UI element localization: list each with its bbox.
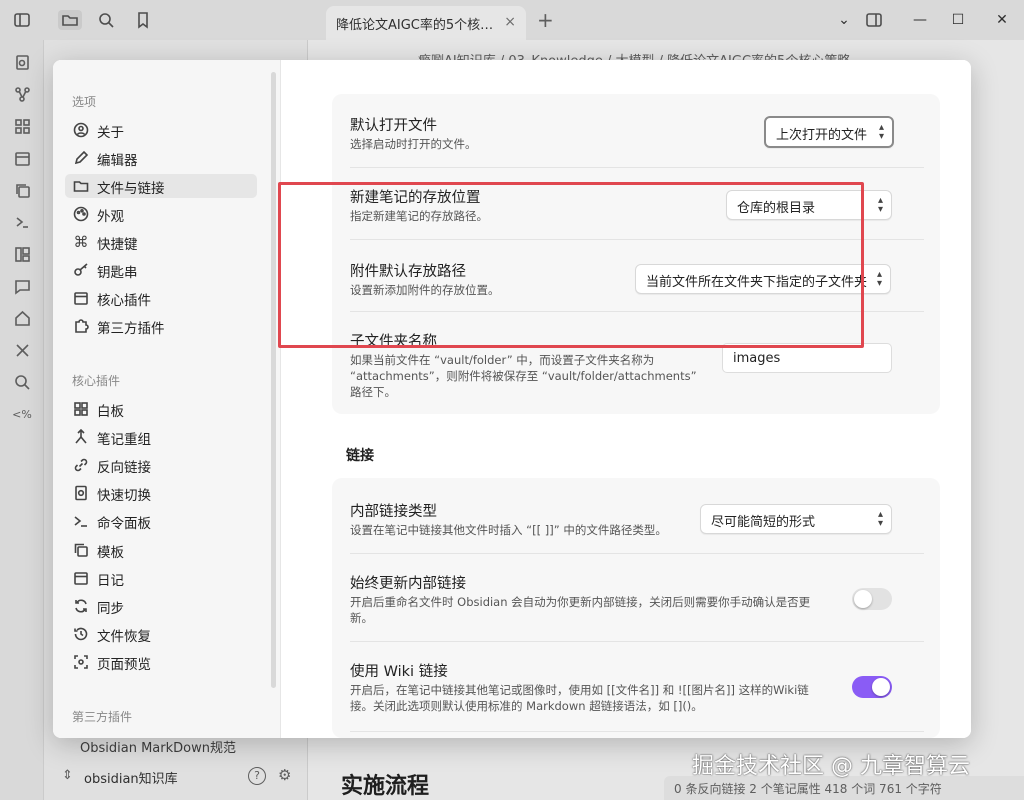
sidebar-section-options: 选项 xyxy=(72,95,97,109)
sidebar-item-daily-notes[interactable]: 日记 xyxy=(65,566,257,590)
setting-title: 使用 Wiki 链接 xyxy=(350,664,448,680)
sidebar-item-backlinks[interactable]: 反向链接 xyxy=(65,453,257,477)
setting-title: 内部链接类型 xyxy=(350,504,437,520)
setting-default-open-file: 默认打开文件 选择启动时打开的文件。 上次打开的文件 ▴ ▾ xyxy=(350,94,924,168)
chevron-updown-icon: ▴ ▾ xyxy=(877,195,883,215)
setting-desc-line2: 新。 xyxy=(350,611,373,625)
sidebar-item-appearance[interactable]: 外观 xyxy=(65,202,257,226)
preview-icon xyxy=(73,654,89,670)
settings-modal: 选项 关于 编辑器 文件与链接 外观 ⌘ 快捷键 钥匙串 核心插件 第三方插件 … xyxy=(53,60,971,738)
setting-desc-line2: 接。关闭此选项则默认使用标准的 Markdown 超链接语法，如 []()。 xyxy=(350,699,703,713)
sidebar-item-quick-switcher[interactable]: 快速切换 xyxy=(65,481,257,505)
sidebar-item-label: 第三方插件 xyxy=(97,321,165,337)
setting-title: 默认打开文件 xyxy=(350,118,437,134)
default-open-file-dropdown[interactable]: 上次打开的文件 ▴ ▾ xyxy=(764,116,894,148)
sidebar-item-label: 页面预览 xyxy=(97,657,151,673)
sidebar-item-page-preview[interactable]: 页面预览 xyxy=(65,650,257,674)
history-icon xyxy=(73,626,89,642)
sidebar-scrollbar[interactable] xyxy=(271,72,276,688)
key-icon xyxy=(73,262,89,278)
toggle-knob xyxy=(872,678,890,696)
calendar-icon xyxy=(73,290,89,306)
setting-use-wiki-links: 使用 Wiki 链接 开启后，在笔记中链接其他笔记或图像时，使用如 [[文件名]… xyxy=(350,642,924,732)
sidebar-item-hotkeys[interactable]: ⌘ 快捷键 xyxy=(65,230,257,254)
chevron-updown-icon: ▴ ▾ xyxy=(876,269,882,289)
folder-icon xyxy=(73,178,89,194)
settings-content: 默认打开文件 选择启动时打开的文件。 上次打开的文件 ▴ ▾ 新建笔记的存放位置 … xyxy=(282,60,971,738)
sidebar-item-label: 笔记重组 xyxy=(97,432,151,448)
sidebar-item-community-plugins[interactable]: 第三方插件 xyxy=(65,314,257,338)
terminal-icon xyxy=(73,513,89,529)
calendar-icon xyxy=(73,570,89,586)
sidebar-item-label: 关于 xyxy=(97,125,124,141)
palette-icon xyxy=(73,206,89,222)
dropdown-value: 上次打开的文件 xyxy=(776,128,868,143)
sidebar-item-editor[interactable]: 编辑器 xyxy=(65,146,257,170)
sync-icon xyxy=(73,598,89,614)
sidebar-item-note-composer[interactable]: 笔记重组 xyxy=(65,425,257,449)
setting-auto-update-links: 始终更新内部链接 开启后重命名文件时 Obsidian 会自动为你更新内部链接，… xyxy=(350,554,924,642)
sidebar-item-sync[interactable]: 同步 xyxy=(65,594,257,618)
setting-desc: 设置在笔记中链接其他文件时插入 “[[ ]]” 中的文件路径类型。 xyxy=(350,523,667,537)
setting-desc-line1: 开启后重命名文件时 Obsidian 会自动为你更新内部链接，关闭后则需要你手动… xyxy=(350,595,811,609)
sidebar-item-label: 命令面板 xyxy=(97,516,151,532)
sidebar-item-file-recovery[interactable]: 文件恢复 xyxy=(65,622,257,646)
file-search-icon xyxy=(73,485,89,501)
sidebar-item-label: 文件与链接 xyxy=(97,181,165,197)
toggle-knob xyxy=(854,590,872,608)
setting-desc: 选择启动时打开的文件。 xyxy=(350,137,477,151)
sidebar-item-label: 白板 xyxy=(97,404,124,420)
sidebar-item-label: 快速切换 xyxy=(97,488,151,504)
pen-icon xyxy=(73,150,89,166)
internal-link-type-dropdown[interactable]: 尽可能简短的形式 ▴ ▾ xyxy=(700,504,892,534)
sidebar-item-about[interactable]: 关于 xyxy=(65,118,257,142)
setting-desc-line1: 如果当前文件在 “vault/folder” 中，而设置子文件夹名称为 xyxy=(350,353,655,367)
user-circle-icon xyxy=(73,122,89,138)
sidebar-item-label: 模板 xyxy=(97,545,124,561)
sidebar-item-canvas[interactable]: 白板 xyxy=(65,397,257,421)
links-section-title: 链接 xyxy=(346,448,374,464)
setting-desc-line1: 开启后，在笔记中链接其他笔记或图像时，使用如 [[文件名]] 和 ![[图片名]… xyxy=(350,683,809,697)
sidebar-item-label: 核心插件 xyxy=(97,293,151,309)
watermark: 掘金技术社区 @ 九章智算云 xyxy=(692,754,970,779)
sidebar-item-files-links[interactable]: 文件与链接 xyxy=(65,174,257,198)
sidebar-section-community-plugins: 第三方插件 xyxy=(72,710,133,724)
command-icon: ⌘ xyxy=(73,233,89,251)
sidebar-item-core-plugins[interactable]: 核心插件 xyxy=(65,286,257,310)
use-wiki-links-toggle[interactable] xyxy=(852,676,892,698)
sidebar-item-label: 日记 xyxy=(97,573,124,589)
links-settings-group: 内部链接类型 设置在笔记中链接其他文件时插入 “[[ ]]” 中的文件路径类型。… xyxy=(332,478,940,738)
sidebar-item-label: 外观 xyxy=(97,209,124,225)
sidebar-item-label: 同步 xyxy=(97,601,124,617)
sidebar-item-label: 反向链接 xyxy=(97,460,151,476)
setting-title: 始终更新内部链接 xyxy=(350,576,466,592)
chevron-updown-icon: ▴ ▾ xyxy=(878,122,884,142)
copy-icon xyxy=(73,542,89,558)
sidebar-item-label: 文件恢复 xyxy=(97,629,151,645)
sidebar-item-keychain[interactable]: 钥匙串 xyxy=(65,258,257,282)
sidebar-item-command-palette[interactable]: 命令面板 xyxy=(65,509,257,533)
sidebar-section-core-plugins: 核心插件 xyxy=(72,374,121,388)
sidebar-item-templates[interactable]: 模板 xyxy=(65,538,257,562)
dropdown-value: 尽可能简短的形式 xyxy=(711,515,816,530)
chevron-updown-icon: ▴ ▾ xyxy=(877,509,883,529)
setting-internal-link-type: 内部链接类型 设置在笔记中链接其他文件时插入 “[[ ]]” 中的文件路径类型。… xyxy=(350,478,924,554)
setting-desc-line3: 路径下。 xyxy=(350,385,396,399)
settings-sidebar: 选项 关于 编辑器 文件与链接 外观 ⌘ 快捷键 钥匙串 核心插件 第三方插件 … xyxy=(53,60,281,738)
sidebar-item-label: 编辑器 xyxy=(97,153,138,169)
setting-desc-line2: “attachments”，则附件将被保存至 “vault/folder/att… xyxy=(350,369,697,383)
sidebar-item-label: 钥匙串 xyxy=(97,265,138,281)
grid-icon xyxy=(73,401,89,417)
highlight-annotation-box xyxy=(278,182,864,348)
link-icon xyxy=(73,457,89,473)
merge-icon xyxy=(73,428,89,445)
sidebar-item-label: 快捷键 xyxy=(97,237,138,253)
auto-update-links-toggle[interactable] xyxy=(852,588,892,610)
puzzle-icon xyxy=(73,318,89,334)
